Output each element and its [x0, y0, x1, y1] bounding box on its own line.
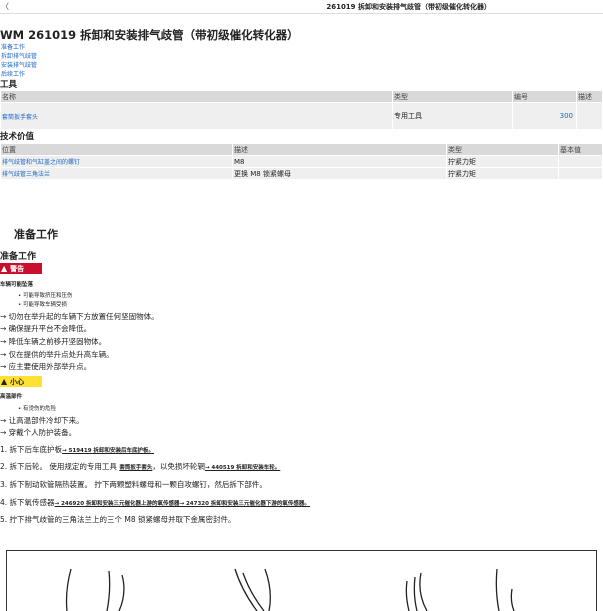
step-link[interactable]: 套筒扳手套头	[119, 465, 152, 471]
toc-link-install[interactable]: 安装排气歧管	[1, 61, 37, 70]
caution-badge: ▲ 小心	[0, 376, 42, 387]
table-of-contents: 准备工作 拆卸排气歧管 安装排气歧管 后续工作	[1, 43, 37, 79]
toc-link-prep[interactable]: 准备工作	[1, 43, 37, 52]
column-header: 基本值	[558, 143, 603, 156]
step-link[interactable]: → 440519 拆卸和安装车轮。	[205, 465, 280, 471]
tech-type: 拧紧力矩	[446, 167, 559, 180]
prep-subtitle: 准备工作	[0, 252, 37, 262]
top-bar: 〈 261019 拆卸和安装排气歧管（带初级催化转化器）	[0, 0, 603, 14]
tools-table: 名称 类型 编号 描述 套筒扳手套头 专用工具 300	[0, 90, 603, 130]
table-header-row: 位置 描述 类型 基本值	[0, 143, 603, 156]
column-header: 描述	[232, 143, 447, 156]
warning-icon: ▲	[1, 264, 8, 273]
caution-icon: ▲	[1, 377, 8, 386]
table-header-row: 名称 类型 编号 描述	[0, 90, 603, 103]
column-header: 类型	[446, 143, 559, 156]
exhaust-manifold-illustration	[6, 550, 597, 611]
tech-table: 位置 描述 类型 基本值 排气歧管和气缸盖之间的螺钉 M8 拧紧力矩 排气歧管三…	[0, 143, 603, 180]
tools-heading: 工具	[0, 80, 18, 90]
caution-action: → 穿戴个人防护装备。	[0, 428, 77, 437]
tech-heading: 技术价值	[0, 132, 35, 142]
table-row: 排气歧管和气缸盖之间的螺钉 M8 拧紧力矩	[0, 155, 603, 168]
warning-badge: ▲ 警告	[0, 263, 42, 274]
step-2: 2. 拆下后轮。 使用规定的专用工具 套筒扳手套头，以免损坏轮辋→ 440519…	[0, 462, 281, 471]
caution-label: 小心	[10, 378, 25, 386]
step-1: 1. 拆下后车底护板→ 519419 拆卸和安装后车底护板。	[0, 445, 154, 454]
step-3: 3. 拆下制动软管隔热装置。 拧下两颗塑料螺母和一颗自攻螺钉，然后拆下部件。	[0, 480, 267, 489]
step-5: 5. 拧下排气歧管的三角法兰上的三个 M8 锁紧螺母并取下金属密封件。	[0, 515, 236, 524]
column-header: 编号	[512, 90, 577, 103]
warning-action: → 仅在提供的举升点处升高车辆。	[0, 350, 114, 359]
warning-action: → 应主要使用外部举升点。	[0, 362, 92, 371]
page-title: WM 261019 拆卸和安装排气歧管（带初级催化转化器）	[0, 28, 299, 42]
warning-action: → 降低车辆之前移开坚固物体。	[0, 337, 107, 346]
step-link[interactable]: → 519419 拆卸和安装后车底护板。	[62, 448, 154, 454]
step-link[interactable]: → 246920 拆卸和安装三元催化器上游的氧传感器→ 247320 拆卸和安装…	[55, 501, 310, 507]
column-header: 类型	[392, 90, 513, 103]
warning-action: → 确保提升平台不会降低。	[0, 324, 92, 333]
caution-bullet: • 有烫伤的危险	[18, 406, 57, 412]
illustration-drawing	[65, 568, 515, 611]
table-row: 套筒扳手套头 专用工具 300	[0, 102, 603, 130]
header-title: 261019 拆卸和安装排气歧管（带初级催化转化器）	[326, 3, 491, 11]
warning-bullet: • 可能导致车辆受损	[18, 302, 68, 308]
tech-position-link[interactable]: 排气歧管和气缸盖之间的螺钉	[0, 155, 233, 168]
tool-name-link[interactable]: 套筒扳手套头	[0, 102, 393, 130]
column-header: 名称	[0, 90, 393, 103]
tech-type: 拧紧力矩	[446, 155, 559, 168]
tech-value	[558, 167, 603, 180]
column-header: 位置	[0, 143, 233, 156]
warning-heading: 车辆可能坠落	[0, 282, 34, 288]
caution-action: → 让高温部件冷却下来。	[0, 416, 84, 425]
column-header: 描述	[576, 90, 603, 103]
tool-type: 专用工具	[392, 102, 513, 130]
tool-number-link[interactable]: 300	[512, 102, 577, 130]
tech-desc: M8	[232, 155, 447, 168]
tool-desc	[576, 102, 603, 130]
toc-link-remove[interactable]: 拆卸排气歧管	[1, 52, 37, 61]
tech-value	[558, 155, 603, 168]
caution-heading: 高温部件	[0, 394, 23, 400]
table-row: 排气歧管三角法兰 更换 M8 锁紧螺母 拧紧力矩	[0, 167, 603, 180]
prep-title: 准备工作	[14, 228, 58, 241]
back-icon[interactable]: 〈	[1, 1, 9, 12]
warning-label: 警告	[10, 265, 25, 273]
step-4: 4. 拆下氧传感器→ 246920 拆卸和安装三元催化器上游的氧传感器→ 247…	[0, 498, 310, 507]
tech-desc: 更换 M8 锁紧螺母	[232, 167, 447, 180]
warning-bullet: • 可能导致挤压和压伤	[18, 293, 73, 299]
tech-position-link[interactable]: 排气歧管三角法兰	[0, 167, 233, 180]
warning-action: → 切勿在举升起的车辆下方放置任何坚固物体。	[0, 312, 159, 321]
